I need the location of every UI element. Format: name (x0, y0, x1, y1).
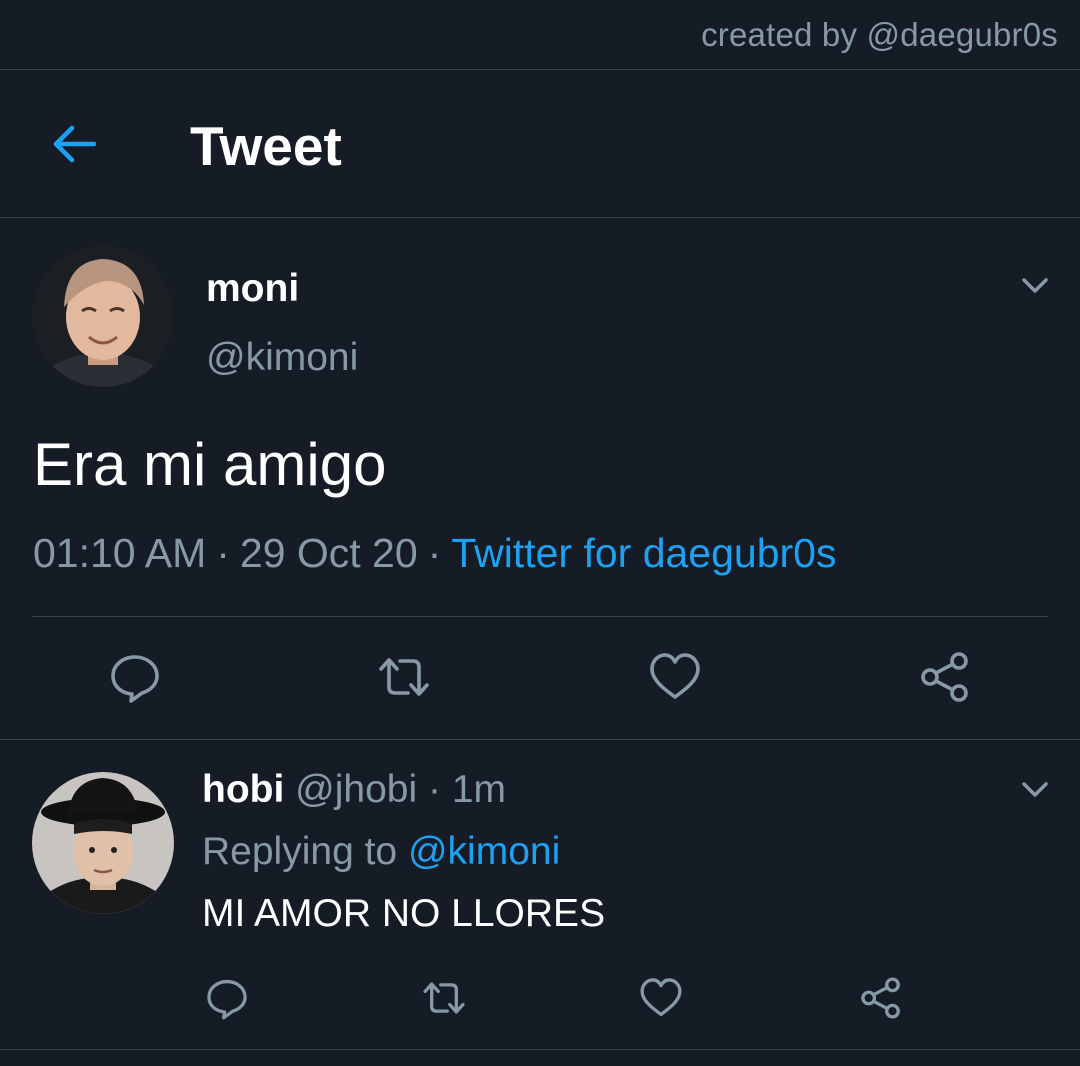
meta-divider (32, 616, 1048, 617)
meta-separator: · (216, 530, 230, 576)
reply-author-name[interactable]: hobi (202, 768, 284, 811)
retweet-icon[interactable] (421, 975, 467, 1021)
bottom-divider (0, 1049, 1080, 1050)
share-icon[interactable] (858, 975, 904, 1021)
reply-author-handle[interactable]: @jhobi (295, 768, 417, 811)
like-icon[interactable] (638, 975, 684, 1021)
credit-text: created by @daegubr0s (701, 16, 1058, 53)
author-name[interactable]: moni (206, 267, 299, 311)
top-divider (0, 69, 1080, 70)
page-title: Tweet (190, 115, 342, 177)
tweet-date: 29 Oct 20 (239, 530, 418, 576)
avatar[interactable] (32, 245, 174, 387)
author-handle[interactable]: @kimoni (206, 336, 358, 380)
chevron-down-icon[interactable] (1018, 268, 1052, 302)
tweet-time: 01:10 AM (33, 530, 207, 576)
like-icon[interactable] (647, 649, 703, 705)
arrow-left-icon[interactable] (50, 120, 98, 168)
chevron-down-icon[interactable] (1018, 772, 1052, 806)
reply-icon[interactable] (107, 649, 163, 705)
replying-to-mention[interactable]: @kimoni (408, 830, 560, 873)
meta-separator: · (427, 530, 442, 576)
tweet-source-link[interactable]: Twitter for daegubr0s (451, 530, 836, 576)
retweet-icon[interactable] (376, 649, 432, 705)
tweet-meta: 01:10 AM · 29 Oct 20 · Twitter for daegubr0s (33, 530, 836, 577)
tweet-divider (0, 739, 1080, 740)
share-icon[interactable] (917, 649, 973, 705)
header-divider (0, 217, 1080, 218)
reply-header: hobi @jhobi · 1m (202, 768, 506, 812)
reply-separator: · (428, 768, 441, 811)
reply-icon[interactable] (204, 975, 250, 1021)
reply-text: MI AMOR NO LLORES (202, 892, 606, 935)
replying-to: Replying to @kimoni (202, 830, 560, 874)
tweet-text: Era mi amigo (33, 431, 387, 498)
replying-to-label: Replying to (202, 830, 398, 873)
avatar[interactable] (32, 772, 174, 914)
reply-time: 1m (451, 768, 507, 811)
